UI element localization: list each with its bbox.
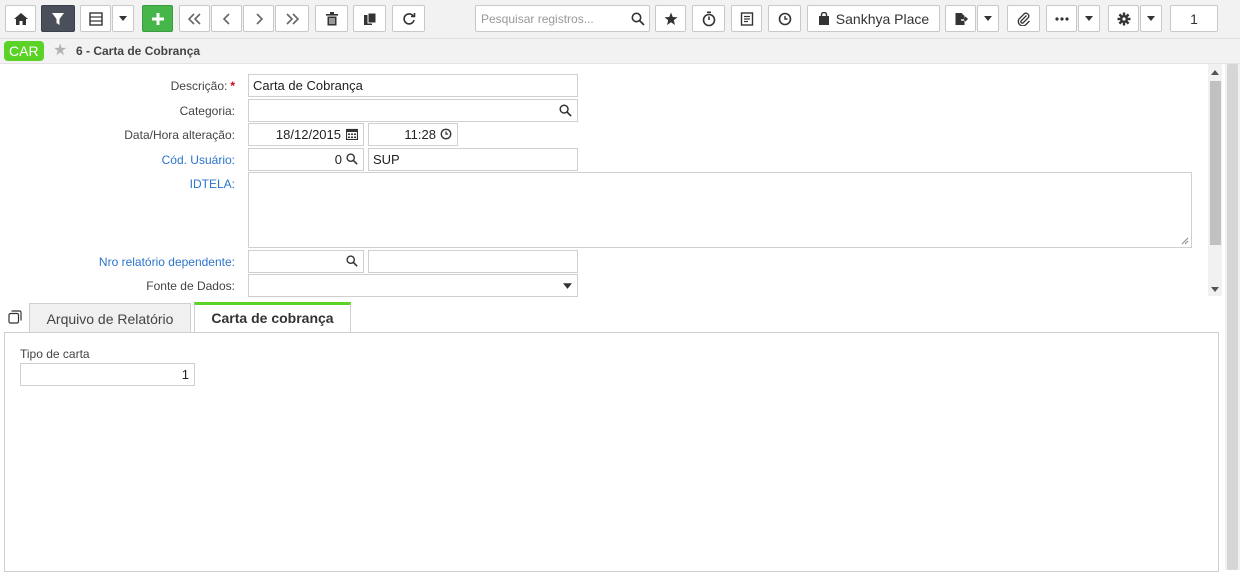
duplicate-button[interactable] [353, 5, 386, 32]
fonte-dados-label: Fonte de Dados: [146, 279, 235, 293]
search-icon[interactable] [346, 255, 358, 267]
report-button[interactable] [731, 5, 762, 32]
search-input[interactable] [476, 6, 626, 31]
required-marker: * [230, 79, 235, 93]
scroll-down-arrow-icon[interactable] [1211, 287, 1219, 292]
favorite-button[interactable] [655, 5, 686, 32]
trash-icon [325, 11, 338, 25]
last-record-button[interactable] [275, 5, 309, 32]
idtela-textarea[interactable] [248, 172, 1192, 248]
timer-button[interactable] [692, 5, 725, 32]
screen-title-bar: CAR ★ 6 - Carta de Cobrança [0, 39, 1240, 64]
home-button[interactable] [5, 5, 36, 32]
sankhya-place-label: Sankhya Place [835, 10, 930, 27]
clock-icon [778, 12, 791, 25]
tab-bar: Arquivo de Relatório Carta de cobrança [0, 300, 1222, 335]
sankhya-place-button[interactable]: Sankhya Place [807, 5, 940, 32]
resize-handle-icon[interactable] [1181, 237, 1189, 245]
fonte-dados-select[interactable] [248, 274, 578, 297]
refresh-icon [402, 12, 415, 25]
page-scrollbar[interactable] [1225, 64, 1240, 570]
nro-relatorio-label[interactable]: Nro relatório dependente: [0, 255, 235, 269]
shopping-bag-icon [818, 11, 829, 25]
more-options-button[interactable] [1046, 5, 1077, 32]
more-options-dropdown[interactable] [1078, 5, 1100, 32]
delete-button[interactable] [315, 5, 348, 32]
idtela-label[interactable]: IDTELA: [0, 177, 235, 191]
history-button[interactable] [768, 5, 801, 32]
grid-view-button[interactable] [80, 5, 111, 32]
refresh-button[interactable] [392, 5, 425, 32]
cod-usuario-field[interactable]: 0 [248, 148, 364, 171]
gear-icon [1117, 12, 1130, 25]
calendar-icon[interactable] [346, 128, 358, 140]
report-icon [740, 11, 753, 26]
caret-down-icon [119, 16, 127, 21]
form-scrollbar-thumb[interactable] [1210, 81, 1221, 245]
export-dropdown[interactable] [977, 5, 999, 32]
star-icon [664, 12, 677, 25]
settings-dropdown[interactable] [1140, 5, 1162, 32]
form-scrollbar[interactable] [1208, 64, 1222, 296]
chevron-left-icon [222, 12, 230, 25]
tipo-de-carta-label: Tipo de carta [20, 347, 90, 361]
settings-button[interactable] [1108, 5, 1139, 32]
caret-down-icon [1147, 16, 1155, 21]
tab-panel: Tipo de carta 1 [4, 332, 1219, 572]
search-box [475, 5, 650, 32]
page-number-box[interactable]: 1 [1170, 5, 1218, 32]
tab-carta-de-cobranca[interactable]: Carta de cobrança [194, 302, 351, 335]
ellipsis-icon [1054, 16, 1069, 21]
attachment-button[interactable] [1007, 5, 1040, 32]
page-title: 6 - Carta de Cobrança [76, 44, 201, 58]
grid-icon [88, 11, 103, 26]
favorite-star-icon[interactable]: ★ [53, 42, 67, 60]
export-button[interactable] [945, 5, 976, 32]
home-icon [13, 12, 28, 25]
date-field[interactable]: 18/12/2015 [248, 123, 364, 146]
caret-down-icon [1085, 16, 1093, 21]
tab-arquivo-de-relatorio[interactable]: Arquivo de Relatório [29, 303, 191, 333]
search-icon[interactable] [631, 12, 645, 26]
search-icon[interactable] [346, 153, 358, 165]
double-chevron-left-icon [187, 12, 201, 25]
categoria-field[interactable] [248, 99, 578, 122]
descricao-label: Descrição: * [170, 79, 235, 93]
copy-icon [363, 12, 376, 25]
clock-icon[interactable] [440, 128, 452, 140]
caret-down-icon [563, 283, 572, 289]
file-export-icon [955, 12, 968, 25]
double-chevron-right-icon [286, 12, 300, 25]
restore-window-icon[interactable] [8, 310, 22, 324]
nro-relatorio-field[interactable] [248, 250, 364, 273]
filter-button[interactable] [41, 5, 75, 32]
page-number: 1 [1190, 10, 1198, 27]
record-form: Descrição: * Carta de Cobrança Categoria:… [0, 64, 1208, 300]
data-hora-label: Data/Hora alteração: [124, 128, 235, 142]
caret-down-icon [984, 16, 992, 21]
descricao-field[interactable]: Carta de Cobrança [248, 74, 578, 97]
screen-badge: CAR [4, 41, 44, 61]
previous-record-button[interactable] [211, 5, 242, 32]
filter-icon [52, 12, 64, 25]
next-record-button[interactable] [243, 5, 274, 32]
page-scrollbar-thumb[interactable] [1227, 64, 1238, 570]
usuario-name-field: SUP [368, 148, 578, 171]
grid-view-dropdown[interactable] [112, 5, 134, 32]
categoria-label: Categoria: [179, 104, 235, 118]
plus-icon [151, 12, 164, 25]
chevron-right-icon [255, 12, 263, 25]
cod-usuario-label[interactable]: Cód. Usuário: [0, 153, 235, 167]
tipo-de-carta-field[interactable]: 1 [20, 363, 195, 386]
first-record-button[interactable] [179, 5, 210, 32]
time-field[interactable]: 11:28 [368, 123, 458, 146]
stopwatch-icon [702, 11, 715, 26]
scroll-up-arrow-icon[interactable] [1211, 70, 1219, 75]
nro-relatorio-desc-field [368, 250, 578, 273]
search-icon[interactable] [559, 104, 572, 117]
add-record-button[interactable] [142, 5, 173, 32]
main-toolbar: Sankhya Place 1 [0, 0, 1240, 39]
paperclip-icon [1017, 12, 1030, 26]
